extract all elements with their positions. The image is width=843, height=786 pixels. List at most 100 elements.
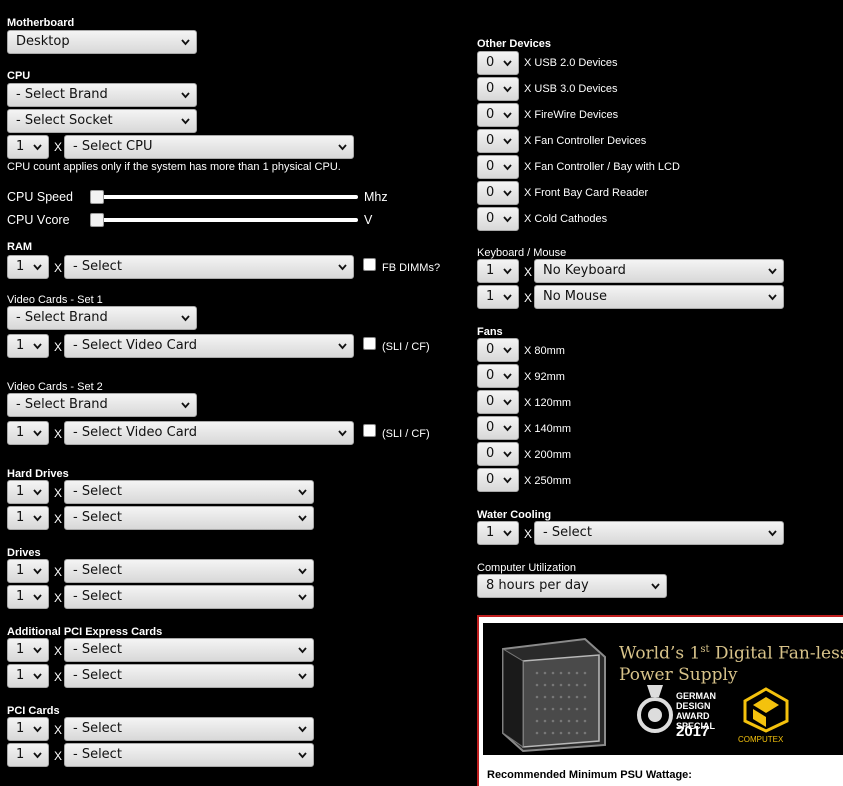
psu-advertisement[interactable]: World’s 1st Digital Fan-less Power Suppl… bbox=[483, 623, 843, 755]
fan-200mm-count-select[interactable]: 0 bbox=[477, 442, 519, 466]
fan-92mm-label: X 92mm bbox=[524, 371, 565, 383]
chevron-down-icon bbox=[503, 293, 512, 301]
cpu-speed-slider-handle[interactable] bbox=[90, 190, 104, 204]
hard-drives-label: Hard Drives bbox=[7, 468, 69, 480]
chevron-down-icon bbox=[503, 267, 512, 275]
pcie-select[interactable]: - Select bbox=[64, 664, 314, 688]
computex-text: COMPUTEX bbox=[738, 735, 784, 744]
mouse-select[interactable]: No Mouse bbox=[534, 285, 784, 309]
cpu-vcore-slider-handle[interactable] bbox=[90, 213, 104, 227]
cpu-speed-label: CPU Speed bbox=[7, 190, 74, 204]
utilization-select[interactable]: 8 hours per day bbox=[477, 574, 667, 598]
drive-count-select[interactable]: 1 bbox=[7, 559, 49, 583]
firewire-count-select[interactable]: 0 bbox=[477, 103, 519, 127]
video-set2-brand-select[interactable]: - Select Brand bbox=[7, 393, 197, 417]
chevron-down-icon bbox=[298, 593, 307, 601]
chevron-down-icon bbox=[503, 372, 512, 380]
hard-drive-count-select[interactable]: 1 bbox=[7, 480, 49, 504]
chevron-down-icon bbox=[33, 751, 42, 759]
multiply-label: X bbox=[54, 749, 63, 763]
pcie-select[interactable]: - Select bbox=[64, 638, 314, 662]
keyboard-select[interactable]: No Keyboard bbox=[534, 259, 784, 283]
multiply-label: X bbox=[54, 512, 63, 526]
drive-select[interactable]: - Select bbox=[64, 559, 314, 583]
fan-250mm-count-select[interactable]: 0 bbox=[477, 468, 519, 492]
motherboard-select[interactable]: Desktop bbox=[7, 30, 197, 54]
fans-label: Fans bbox=[477, 326, 503, 338]
fan-140mm-label: X 140mm bbox=[524, 423, 572, 435]
cpu-select[interactable]: - Select CPU bbox=[64, 135, 354, 159]
video-set2-sli-label: (SLI / CF) bbox=[382, 428, 430, 440]
chevron-down-icon bbox=[33, 342, 42, 350]
drive-select[interactable]: - Select bbox=[64, 585, 314, 609]
fan-80mm-label: X 80mm bbox=[524, 345, 565, 357]
card-reader-count-select[interactable]: 0 bbox=[477, 181, 519, 205]
pci-select[interactable]: - Select bbox=[64, 717, 314, 741]
cpu-socket-select[interactable]: - Select Socket bbox=[7, 109, 197, 133]
cpu-count-select[interactable]: 1 bbox=[7, 135, 49, 159]
motherboard-label: Motherboard bbox=[7, 17, 75, 29]
multiply-label: X bbox=[54, 261, 63, 275]
fan-92mm-count-select[interactable]: 0 bbox=[477, 364, 519, 388]
fan-200mm-label: X 200mm bbox=[524, 449, 572, 461]
card-reader-label: X Front Bay Card Reader bbox=[524, 187, 649, 199]
pcie-count-select[interactable]: 1 bbox=[7, 664, 49, 688]
psu-wattage-label: Recommended Minimum PSU Wattage: bbox=[487, 769, 692, 781]
keyboard-mouse-label: Keyboard / Mouse bbox=[477, 247, 567, 259]
multiply-label: X bbox=[524, 291, 533, 305]
cpu-brand-select[interactable]: - Select Brand bbox=[7, 83, 197, 107]
cold-cathodes-count-select[interactable]: 0 bbox=[477, 207, 519, 231]
chevron-down-icon bbox=[503, 424, 512, 432]
ad-title-line2: Power Supply bbox=[619, 664, 738, 685]
fb-dimms-label: FB DIMMs? bbox=[382, 262, 441, 274]
design-award-logo bbox=[637, 685, 673, 733]
computex-logo bbox=[743, 687, 789, 733]
chevron-down-icon bbox=[503, 529, 512, 537]
fan-80mm-count-select[interactable]: 0 bbox=[477, 338, 519, 362]
hard-drive-select[interactable]: - Select bbox=[64, 506, 314, 530]
pci-count-select[interactable]: 1 bbox=[7, 717, 49, 741]
pci-select[interactable]: - Select bbox=[64, 743, 314, 767]
chevron-down-icon bbox=[33, 514, 42, 522]
multiply-label: X bbox=[54, 644, 63, 658]
mouse-count-select[interactable]: 1 bbox=[477, 285, 519, 309]
usb2-count-select[interactable]: 0 bbox=[477, 51, 519, 75]
chevron-down-icon bbox=[181, 401, 190, 409]
pcie-count-select[interactable]: 1 bbox=[7, 638, 49, 662]
hard-drive-select[interactable]: - Select bbox=[64, 480, 314, 504]
fan-140mm-count-select[interactable]: 0 bbox=[477, 416, 519, 440]
video-set1-label: Video Cards - Set 1 bbox=[7, 294, 103, 306]
video-set2-sli-checkbox[interactable] bbox=[363, 424, 376, 437]
usb3-count-select[interactable]: 0 bbox=[477, 77, 519, 101]
cold-cathodes-label: X Cold Cathodes bbox=[524, 213, 608, 225]
chevron-down-icon bbox=[651, 582, 660, 590]
pci-count-select[interactable]: 1 bbox=[7, 743, 49, 767]
fan-120mm-count-select[interactable]: 0 bbox=[477, 390, 519, 414]
drive-count-select[interactable]: 1 bbox=[7, 585, 49, 609]
chevron-down-icon bbox=[33, 725, 42, 733]
cpu-speed-slider-track[interactable] bbox=[92, 195, 358, 199]
video-set1-sli-checkbox[interactable] bbox=[363, 337, 376, 350]
chevron-down-icon bbox=[503, 450, 512, 458]
chevron-down-icon bbox=[181, 38, 190, 46]
hard-drive-count-select[interactable]: 1 bbox=[7, 506, 49, 530]
video-set2-count-select[interactable]: 1 bbox=[7, 421, 49, 445]
ram-count-select[interactable]: 1 bbox=[7, 255, 49, 279]
water-cooling-select[interactable]: - Select bbox=[534, 521, 784, 545]
result-panel: World’s 1st Digital Fan-less Power Suppl… bbox=[477, 615, 843, 786]
video-set1-card-select[interactable]: - Select Video Card bbox=[64, 334, 354, 358]
fan-controller-lcd-count-select[interactable]: 0 bbox=[477, 155, 519, 179]
chevron-down-icon bbox=[768, 267, 777, 275]
water-cooling-count-select[interactable]: 1 bbox=[477, 521, 519, 545]
multiply-label: X bbox=[524, 527, 533, 541]
video-set1-brand-select[interactable]: - Select Brand bbox=[7, 306, 197, 330]
video-set2-card-select[interactable]: - Select Video Card bbox=[64, 421, 354, 445]
fb-dimms-checkbox[interactable] bbox=[363, 258, 376, 271]
keyboard-count-select[interactable]: 1 bbox=[477, 259, 519, 283]
video-set1-count-select[interactable]: 1 bbox=[7, 334, 49, 358]
cpu-vcore-slider-track[interactable] bbox=[92, 218, 358, 222]
multiply-label: X bbox=[54, 565, 63, 579]
fan-controller-count-select[interactable]: 0 bbox=[477, 129, 519, 153]
chevron-down-icon bbox=[503, 215, 512, 223]
ram-select[interactable]: - Select bbox=[64, 255, 354, 279]
